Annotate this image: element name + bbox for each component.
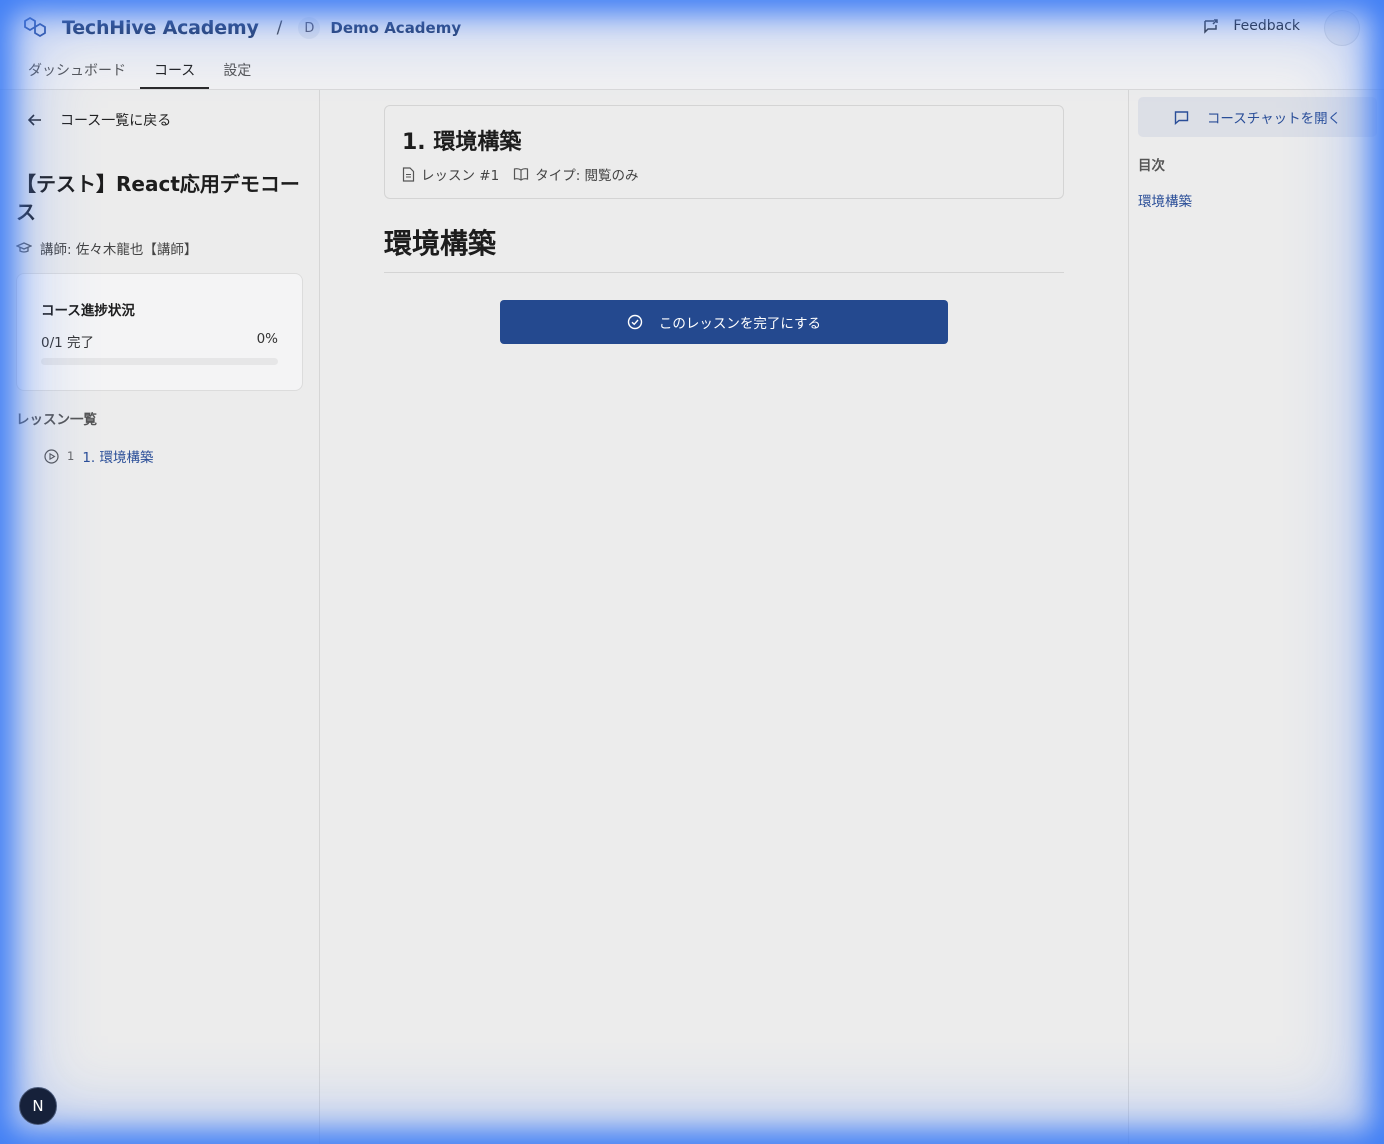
lesson-title: 1. 環境構築	[402, 130, 522, 155]
lessons-heading: レッスン一覧	[16, 412, 97, 428]
instructor-name: 講師: 佐々木龍也【講師】	[40, 242, 198, 258]
hive-logo-icon	[24, 16, 46, 38]
lesson-number: 1	[67, 449, 75, 463]
progress-card: コース進捗状況 0/1 完了 0%	[16, 273, 303, 391]
tab-courses[interactable]: コース	[140, 52, 210, 89]
breadcrumb-separator: /	[276, 18, 283, 38]
content-heading: 環境構築	[384, 222, 1064, 273]
back-to-courses-link[interactable]: コース一覧に戻る	[28, 110, 171, 130]
lesson-meta: レッスン #1 タイプ: 閲覧のみ	[402, 164, 639, 184]
tab-settings[interactable]: 設定	[209, 52, 265, 89]
document-icon	[402, 166, 415, 182]
complete-lesson-button[interactable]: このレッスンを完了にする	[500, 300, 948, 344]
right-panel: コースチャットを開く 目次 環境構築	[1128, 90, 1384, 1144]
org-name[interactable]: Demo Academy	[330, 19, 461, 37]
graduation-cap-icon	[16, 242, 32, 253]
open-course-chat-button[interactable]: コースチャットを開く	[1138, 97, 1377, 137]
course-sidebar: コース一覧に戻る 【テスト】React応用デモコース 講師: 佐々木龍也【講師】…	[0, 90, 320, 1144]
chat-bubble-icon	[1174, 110, 1189, 125]
progress-count: 0/1 完了	[41, 335, 95, 351]
toc-item[interactable]: 環境構築	[1138, 190, 1192, 210]
lesson-header-card: 1. 環境構築 レッスン #1 タイプ: 閲覧のみ	[384, 105, 1064, 199]
feedback-button[interactable]: Feedback	[1203, 18, 1300, 34]
lesson-number-label: レッスン #1	[421, 168, 500, 184]
feedback-label: Feedback	[1233, 18, 1300, 34]
tab-dashboard[interactable]: ダッシュボード	[14, 52, 140, 89]
dev-tools-badge[interactable]: N	[19, 1087, 57, 1125]
lesson-type-label: タイプ: 閲覧のみ	[535, 168, 639, 184]
user-avatar[interactable]	[1324, 10, 1360, 46]
toc-heading: 目次	[1138, 158, 1165, 174]
open-course-chat-label: コースチャットを開く	[1206, 111, 1342, 127]
play-circle-icon	[44, 448, 59, 464]
check-circle-icon	[627, 314, 643, 330]
main-nav: ダッシュボード コース 設定	[14, 52, 265, 89]
feedback-icon	[1204, 19, 1219, 34]
brand[interactable]: TechHive Academy / D Demo Academy	[22, 14, 461, 42]
complete-lesson-label: このレッスンを完了にする	[658, 316, 822, 332]
open-book-icon	[514, 168, 529, 181]
lesson-name: 1. 環境構築	[82, 450, 154, 466]
org-badge: D	[298, 17, 321, 39]
back-label: コース一覧に戻る	[60, 113, 172, 129]
brand-name: TechHive Academy	[62, 17, 259, 39]
progress-title: コース進捗状況	[41, 303, 135, 319]
arrow-left-icon	[28, 114, 41, 126]
course-title: 【テスト】React応用デモコース	[16, 172, 300, 224]
instructor-info: 講師: 佐々木龍也【講師】	[16, 238, 197, 258]
top-header: TechHive Academy / D Demo Academy Feedba…	[0, 0, 1384, 90]
progress-bar	[41, 358, 278, 365]
progress-percent: 0%	[256, 331, 278, 347]
lesson-list-item[interactable]: 1 1. 環境構築	[44, 446, 154, 466]
lesson-main: 1. 環境構築 レッスン #1 タイプ: 閲覧のみ 環境構築 このレッスンを完了…	[320, 90, 1128, 1144]
